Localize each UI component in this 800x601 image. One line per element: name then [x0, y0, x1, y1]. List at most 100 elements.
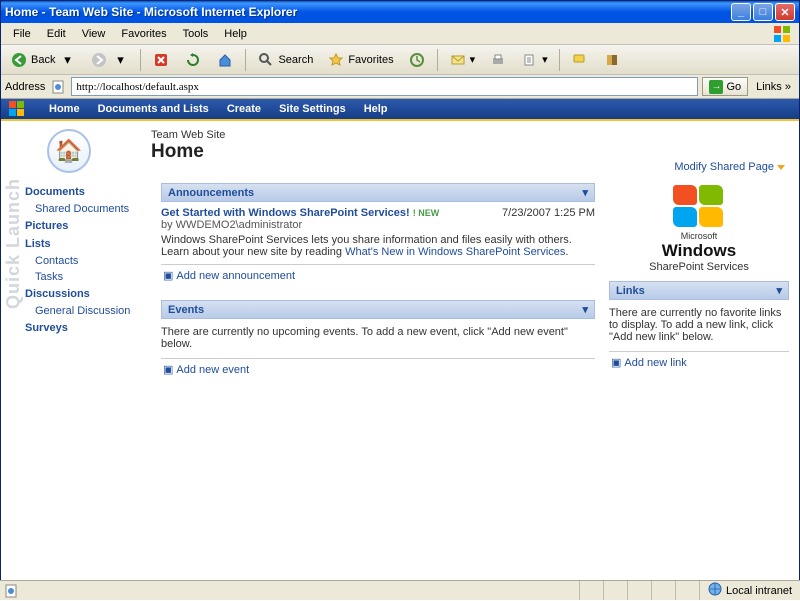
- go-button[interactable]: → Go: [702, 77, 748, 96]
- status-cell: [651, 581, 675, 600]
- research-button[interactable]: [598, 48, 626, 72]
- back-icon: [10, 51, 28, 69]
- menu-bar: File Edit View Favorites Tools Help: [1, 23, 799, 45]
- security-zone[interactable]: Local intranet: [699, 581, 800, 600]
- home-large-icon: 🏠: [47, 129, 91, 173]
- edit-button[interactable]: ▾: [516, 48, 553, 72]
- webpart-events: Events ▾ There are currently no upcoming…: [161, 300, 595, 380]
- back-button[interactable]: Back ▾: [5, 48, 81, 72]
- webpart-menu-icon[interactable]: ▾: [582, 303, 588, 316]
- content-area: Announcements ▾ 7/23/2007 1:25 PM Get St…: [151, 179, 799, 575]
- nav-site-settings[interactable]: Site Settings: [279, 103, 346, 115]
- menu-view[interactable]: View: [74, 26, 114, 42]
- plus-icon: ▣: [611, 357, 621, 369]
- window-title: Home - Team Web Site - Microsoft Interne…: [5, 5, 729, 19]
- webpart-announcements: Announcements ▾ 7/23/2007 1:25 PM Get St…: [161, 183, 595, 286]
- menu-tools[interactable]: Tools: [175, 26, 217, 42]
- announcement-body: Windows SharePoint Services lets you sha…: [161, 234, 595, 258]
- print-icon: [489, 51, 507, 69]
- ql-general-discussion[interactable]: General Discussion: [25, 303, 145, 319]
- separator: [437, 49, 438, 71]
- webpart-links: Links ▾ There are currently no favorite …: [609, 281, 789, 373]
- forward-icon: [90, 51, 108, 69]
- main-column: Announcements ▾ 7/23/2007 1:25 PM Get St…: [161, 183, 595, 571]
- webpart-title-links: Links ▾: [609, 281, 789, 300]
- discuss-icon: [571, 51, 589, 69]
- side-column: Microsoft Windows SharePoint Services Li…: [609, 183, 789, 571]
- menu-file[interactable]: File: [5, 26, 39, 42]
- nav-help[interactable]: Help: [364, 103, 388, 115]
- plus-icon: ▣: [163, 270, 173, 282]
- new-badge: ! NEW: [413, 208, 440, 218]
- research-icon: [603, 51, 621, 69]
- ql-shared-documents[interactable]: Shared Documents: [25, 201, 145, 217]
- discuss-button[interactable]: [566, 48, 594, 72]
- webpart-menu-icon[interactable]: ▾: [582, 186, 588, 199]
- minimize-button[interactable]: _: [731, 3, 751, 21]
- sharepoint-logo-icon: [9, 101, 25, 117]
- dropdown-icon: [777, 165, 785, 170]
- go-icon: →: [709, 80, 723, 94]
- history-icon: [408, 51, 426, 69]
- ie-logo-icon: [769, 23, 795, 45]
- ql-contacts[interactable]: Contacts: [25, 253, 145, 269]
- webpart-menu-icon[interactable]: ▾: [776, 284, 782, 297]
- quick-launch-label: Quick Launch: [3, 178, 24, 309]
- separator: [559, 49, 560, 71]
- ql-pictures[interactable]: Pictures: [25, 217, 145, 235]
- brand-microsoft: Microsoft: [609, 231, 789, 241]
- forward-button[interactable]: ▾: [85, 48, 134, 72]
- mail-button[interactable]: ▾: [444, 48, 481, 72]
- menu-favorites[interactable]: Favorites: [113, 26, 174, 42]
- mail-icon: [449, 51, 467, 69]
- home-button[interactable]: [211, 48, 239, 72]
- history-button[interactable]: [403, 48, 431, 72]
- status-bar: Local intranet: [0, 580, 800, 600]
- favorites-button[interactable]: Favorites: [322, 48, 398, 72]
- nav-home[interactable]: Home: [49, 103, 80, 115]
- separator: [245, 49, 246, 71]
- ql-lists[interactable]: Lists: [25, 235, 145, 253]
- stop-icon: [152, 51, 170, 69]
- refresh-button[interactable]: [179, 48, 207, 72]
- nav-documents-lists[interactable]: Documents and Lists: [98, 103, 209, 115]
- announcement-title[interactable]: Get Started with Windows SharePoint Serv…: [161, 207, 410, 219]
- sharepoint-nav: Home Documents and Lists Create Site Set…: [1, 99, 799, 121]
- ql-surveys[interactable]: Surveys: [25, 319, 145, 337]
- add-event[interactable]: ▣Add new event: [161, 358, 595, 380]
- plus-icon: ▣: [163, 364, 173, 376]
- print-button[interactable]: [484, 48, 512, 72]
- search-button[interactable]: Search: [252, 48, 318, 72]
- links-menu[interactable]: Links »: [752, 81, 795, 93]
- brand-windows: Windows: [609, 241, 789, 261]
- search-icon: [257, 51, 275, 69]
- brand-sharepoint: SharePoint Services: [609, 261, 789, 273]
- links-empty: There are currently no favorite links to…: [609, 305, 789, 347]
- whats-new-link[interactable]: What's New in Windows SharePoint Service…: [345, 246, 565, 258]
- announcement-date: 7/23/2007 1:25 PM: [502, 207, 595, 219]
- webpart-title-announcements: Announcements ▾: [161, 183, 595, 202]
- ql-tasks[interactable]: Tasks: [25, 269, 145, 285]
- stop-button[interactable]: [147, 48, 175, 72]
- page-status-icon: [4, 584, 18, 598]
- status-cell: [675, 581, 699, 600]
- close-button[interactable]: ✕: [775, 3, 795, 21]
- back-label: Back: [31, 54, 55, 66]
- page-title: Home: [151, 141, 674, 163]
- add-announcement[interactable]: ▣Add new announcement: [161, 264, 595, 286]
- favorites-label: Favorites: [348, 54, 393, 66]
- modify-shared-page[interactable]: Modify Shared Page: [674, 161, 785, 173]
- ql-discussions[interactable]: Discussions: [25, 285, 145, 303]
- address-input[interactable]: [71, 77, 698, 96]
- nav-create[interactable]: Create: [227, 103, 261, 115]
- status-cell: [603, 581, 627, 600]
- add-link[interactable]: ▣Add new link: [609, 351, 789, 373]
- sharepoint-brand: Microsoft Windows SharePoint Services: [609, 183, 789, 273]
- ql-documents[interactable]: Documents: [25, 183, 145, 201]
- menu-edit[interactable]: Edit: [39, 26, 74, 42]
- quick-launch: Quick Launch Documents Shared Documents …: [1, 179, 151, 575]
- maximize-button[interactable]: □: [753, 3, 773, 21]
- menu-help[interactable]: Help: [216, 26, 255, 42]
- status-cell: [579, 581, 603, 600]
- edit-icon: [521, 51, 539, 69]
